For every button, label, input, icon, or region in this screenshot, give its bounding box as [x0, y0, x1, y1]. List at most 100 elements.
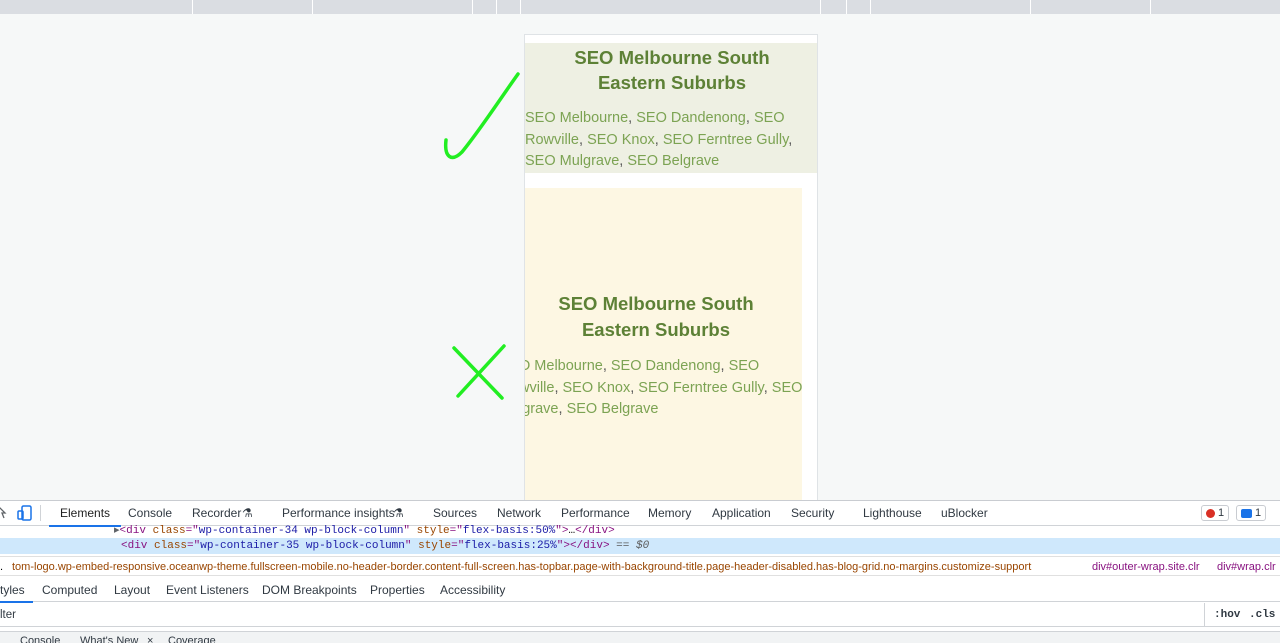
flask-icon: ⚗ — [393, 506, 404, 520]
link-seo-mulgrave-cont[interactable]: lgrave — [525, 401, 559, 417]
tab-performance-insights[interactable]: Performance insights — [282, 506, 395, 520]
message-count: 1 — [1255, 507, 1262, 519]
suburbs-heading: SEO Melbourne South Eastern Suburbs — [558, 293, 754, 340]
subtab-dom-breakpoints[interactable]: DOM Breakpoints — [262, 583, 357, 597]
separator: , — [763, 379, 768, 396]
dom-selected-ref: == $0 — [616, 540, 650, 552]
dom-quote: " — [403, 525, 411, 537]
link-seo-ferntree-gully[interactable]: SEO Ferntree Gully — [663, 132, 788, 148]
tab-network[interactable]: Network — [497, 506, 541, 520]
separator: , — [619, 153, 624, 169]
link-seo-rowville[interactable]: SEO — [729, 358, 760, 374]
ruler-tick — [870, 0, 871, 14]
styles-subtabbar: tyles Computed Layout Event Listeners DO… — [0, 577, 1280, 603]
tab-application[interactable]: Application — [712, 506, 771, 520]
link-seo-ferntree-gully[interactable]: SEO Ferntree Gully — [638, 380, 763, 396]
subtab-computed[interactable]: Computed — [42, 583, 97, 597]
link-seo-dandenong[interactable]: SEO Dandenong — [611, 358, 721, 374]
devtools-drawer: Console What's New × Coverage — [0, 631, 1280, 643]
ruler-tick — [312, 0, 313, 14]
separator: , — [654, 131, 659, 148]
ruler-tick — [846, 0, 847, 14]
dom-tag-name: div — [127, 540, 148, 552]
tab-console[interactable]: Console — [128, 506, 172, 520]
link-seo-mulgrave[interactable]: SEO — [772, 380, 802, 396]
link-seo-knox[interactable]: SEO Knox — [563, 380, 631, 396]
message-icon — [1241, 508, 1252, 518]
separator: , — [745, 110, 750, 126]
breadcrumb: . tom-logo.wp-embed-responsive.oceanwp-t… — [0, 556, 1280, 576]
device-toolbar-icon[interactable] — [17, 505, 33, 521]
separator: , — [788, 131, 793, 148]
dom-attr-value: flex-basis:50% — [462, 525, 556, 537]
drawer-tab-whats-new[interactable]: What's New — [80, 635, 138, 643]
dom-node-selected[interactable]: <div class =" wp-container-35 wp-block-col… — [0, 538, 1280, 554]
link-seo-dandenong[interactable]: SEO Dandenong — [636, 110, 746, 126]
dom-attr-name: class — [152, 525, 186, 537]
hov-toggle[interactable]: :hov — [1214, 609, 1240, 621]
dom-node[interactable]: ▸<div class="wp-container-34 wp-block-co… — [0, 523, 1280, 539]
styles-filter-bar: lter :hov .cls — [0, 603, 1280, 627]
error-count-badge[interactable]: 1 — [1201, 505, 1230, 521]
tab-security[interactable]: Security — [791, 506, 834, 520]
drawer-tab-console[interactable]: Console — [20, 635, 60, 643]
subtab-accessibility[interactable]: Accessibility — [440, 583, 505, 597]
link-seo-melbourne[interactable]: SEO Melbourne — [525, 110, 628, 126]
breadcrumb-wrap[interactable]: div#wrap.clr — [1217, 558, 1276, 575]
divider — [40, 505, 41, 521]
error-icon — [1206, 508, 1215, 518]
breadcrumb-ellipsis[interactable]: . — [0, 558, 3, 575]
separator: , — [558, 401, 563, 417]
subtab-properties[interactable]: Properties — [370, 583, 425, 597]
filter-input[interactable]: lter — [0, 609, 16, 621]
dom-attr-value: wp-container-35 wp-block-column — [200, 540, 405, 552]
dom-quote: "></div> — [556, 540, 610, 552]
dom-eq: =" — [451, 540, 465, 552]
ruler-tick — [496, 0, 497, 14]
tab-elements[interactable]: Elements — [48, 506, 122, 527]
suburbs-links: SEO Melbourne, SEO Dandenong, SEO Rowvil… — [525, 108, 817, 173]
device-ruler — [0, 0, 1280, 14]
subtab-event-listeners[interactable]: Event Listeners — [166, 583, 249, 597]
link-seo-mulgrave[interactable]: SEO Mulgrave — [525, 153, 619, 169]
separator: , — [602, 358, 607, 374]
error-count: 1 — [1218, 507, 1225, 519]
page-viewport: SEO Melbourne South Eastern Suburbs SEO … — [0, 14, 1280, 500]
dom-eq: =" — [185, 525, 199, 537]
inspect-element-icon[interactable] — [0, 506, 8, 520]
ruler-tick — [1030, 0, 1031, 14]
dom-tag-open: < — [121, 540, 128, 552]
tab-performance[interactable]: Performance — [561, 506, 630, 520]
dom-tag-close: </div> — [575, 525, 615, 537]
dom-tag-name: div — [126, 525, 146, 537]
ruler-tick — [520, 0, 521, 14]
cls-toggle[interactable]: .cls — [1249, 609, 1275, 621]
link-seo-rowville-cont[interactable]: wville — [525, 380, 554, 396]
dom-attr-name: class — [154, 540, 188, 552]
dom-attr-value: flex-basis:25% — [464, 540, 557, 552]
dom-attr-name: style — [416, 525, 450, 537]
breadcrumb-body[interactable]: tom-logo.wp-embed-responsive.oceanwp-the… — [12, 558, 1031, 575]
dom-attr-name: style — [418, 540, 452, 552]
tab-lighthouse[interactable]: Lighthouse — [863, 506, 922, 520]
drawer-tab-coverage[interactable]: Coverage — [168, 635, 216, 643]
ruler-tick — [820, 0, 821, 14]
ruler-tick — [1150, 0, 1151, 14]
suburbs-card-overflowing: SEO Melbourne South Eastern Suburbs O Me… — [525, 188, 802, 500]
tab-memory[interactable]: Memory — [648, 506, 691, 520]
subtab-layout[interactable]: Layout — [114, 583, 150, 597]
tab-recorder[interactable]: Recorder — [192, 506, 241, 520]
message-count-badge[interactable]: 1 — [1236, 505, 1267, 521]
breadcrumb-outer-wrap[interactable]: div#outer-wrap.site.clr — [1092, 558, 1200, 575]
link-seo-belgrave[interactable]: SEO Belgrave — [627, 153, 719, 169]
link-seo-melbourne[interactable]: O Melbourne — [525, 358, 603, 374]
tab-ublocker[interactable]: uBlocker — [941, 506, 988, 520]
close-icon[interactable]: × — [147, 635, 153, 643]
link-seo-knox[interactable]: SEO Knox — [587, 132, 655, 148]
link-seo-belgrave[interactable]: SEO Belgrave — [567, 401, 659, 417]
dom-quote: "> — [555, 525, 569, 537]
tab-sources[interactable]: Sources — [433, 506, 477, 520]
suburbs-card-correct: SEO Melbourne South Eastern Suburbs SEO … — [525, 43, 817, 173]
subtab-styles[interactable]: tyles — [0, 583, 33, 603]
dom-quote: " — [404, 540, 412, 552]
